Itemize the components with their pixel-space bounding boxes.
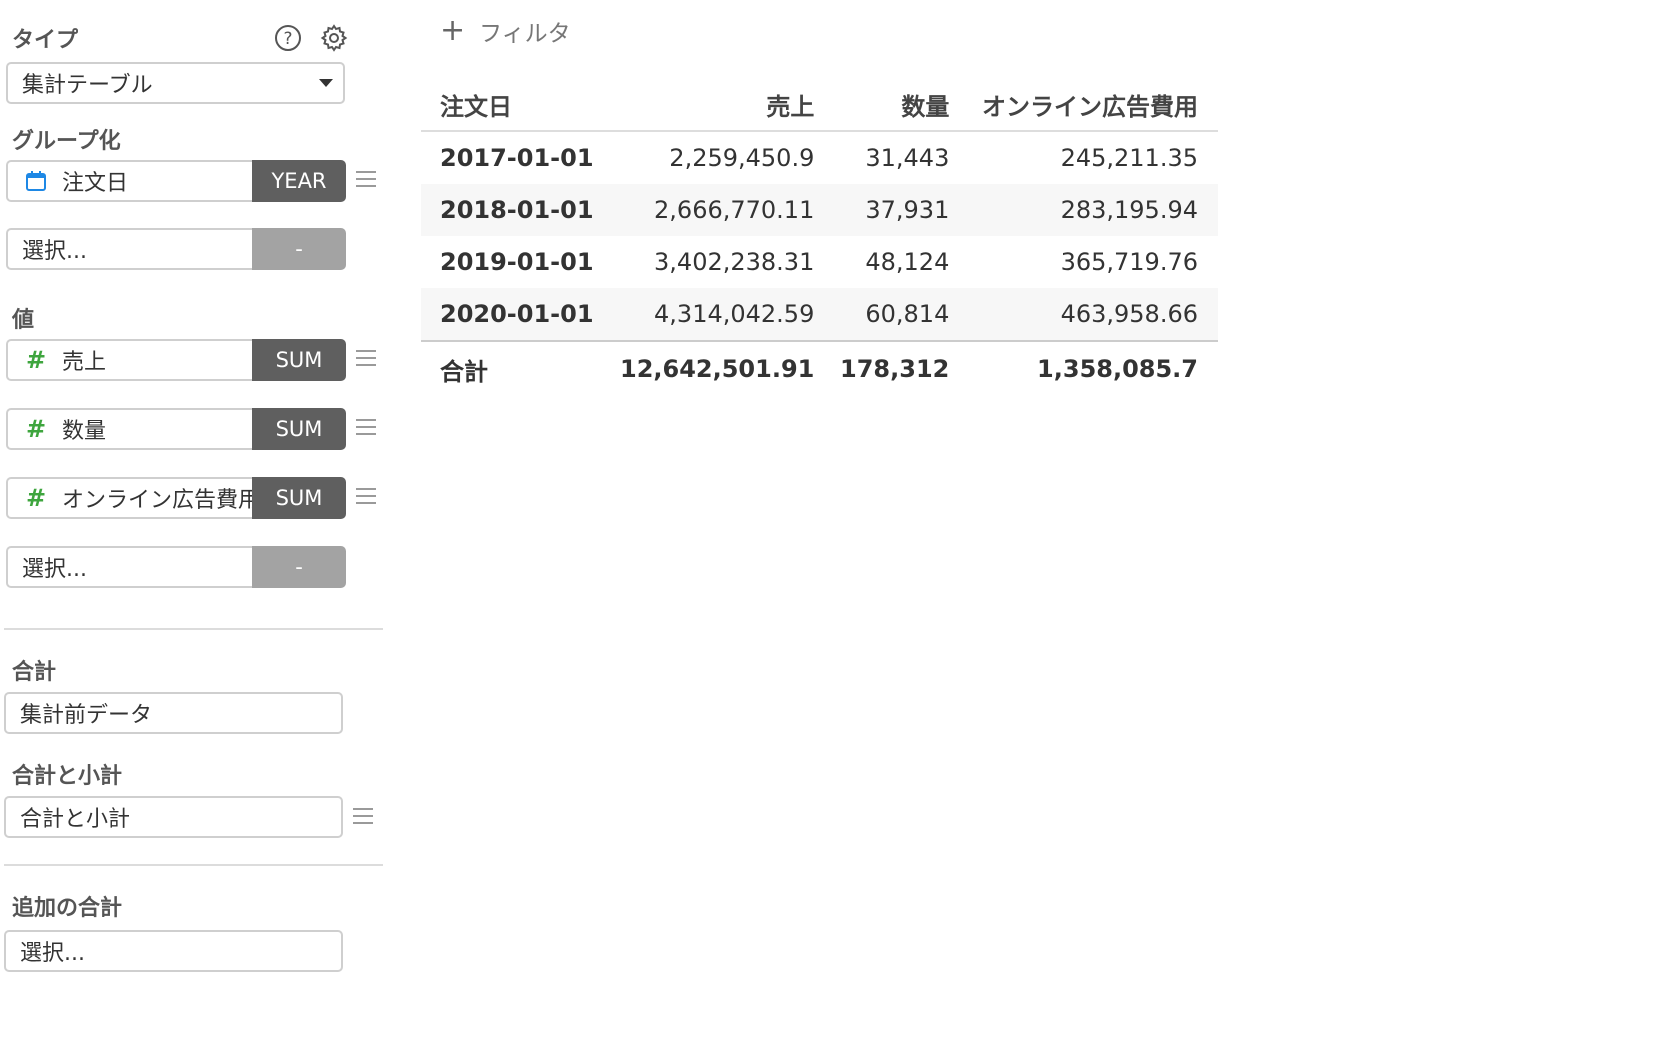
help-circle-icon[interactable]: ?: [272, 22, 304, 54]
total-select-value: 集計前データ: [20, 703, 153, 728]
table-total-row: 合計 12,642,501.91 178,312 1,358,085.7: [421, 340, 1218, 396]
table-cell-sales: 4,314,042.59: [620, 288, 815, 341]
table-row: 2018-01-01 2,666,770.11 37,931 283,195.9…: [421, 184, 1218, 236]
number-icon: #: [25, 415, 47, 443]
value-agg-button[interactable]: SUM: [252, 408, 346, 450]
pivot-table: 注文日 売上 数量 オンライン広告費用 2017-01-01 2,259,450…: [421, 78, 1218, 396]
value-field-row: # 数量 SUM: [6, 408, 376, 450]
table-cell-date: 2017-01-01: [440, 144, 594, 172]
add-filter-button[interactable]: + フィルタ: [440, 14, 571, 48]
value-field-row: # 売上 SUM: [6, 339, 376, 381]
group-field-name: 注文日: [62, 171, 129, 196]
value-agg-button-empty[interactable]: -: [252, 546, 346, 588]
table-cell-ad-cost: 365,719.76: [1060, 248, 1198, 276]
column-header-sales[interactable]: 売上: [620, 78, 815, 132]
values-label: 値: [12, 308, 35, 333]
number-icon: #: [25, 484, 47, 512]
group-empty-row: 選択... -: [6, 228, 346, 270]
add-filter-label: フィルタ: [479, 21, 571, 47]
value-field-name: 売上: [62, 350, 107, 375]
value-agg-button[interactable]: SUM: [252, 477, 346, 519]
type-select[interactable]: 集計テーブル: [6, 62, 345, 104]
group-select[interactable]: 選択...: [6, 228, 254, 270]
value-field-name: 数量: [62, 419, 107, 444]
table-total-label: 合計: [421, 340, 620, 396]
total-label: 合計: [12, 660, 57, 685]
additional-total-placeholder: 選択...: [20, 941, 85, 966]
group-agg-button-empty[interactable]: -: [252, 228, 346, 270]
total-subtotal-select-value: 合計と小計: [20, 807, 131, 832]
table-cell-sales: 3,402,238.31: [654, 248, 815, 276]
table-header-row: 注文日 売上 数量 オンライン広告費用: [421, 78, 1218, 132]
table-cell-ad-cost: 463,958.66: [949, 288, 1218, 341]
table-cell-quantity: 48,124: [865, 248, 950, 276]
value-agg-button[interactable]: SUM: [252, 339, 346, 381]
column-header-date[interactable]: 注文日: [421, 78, 620, 132]
table-row: 2019-01-01 3,402,238.31 48,124 365,719.7…: [421, 236, 1218, 288]
table-total-ad-cost: 1,358,085.7: [949, 340, 1218, 396]
value-field-name: オンライン広告費用: [62, 488, 254, 513]
table-cell-quantity: 31,443: [865, 144, 950, 172]
drag-handle-icon[interactable]: [356, 350, 376, 370]
value-empty-row: 選択... -: [6, 546, 346, 588]
table-cell-quantity: 37,931: [814, 184, 950, 236]
value-select-placeholder: 選択...: [22, 557, 87, 582]
gear-icon[interactable]: [318, 22, 350, 54]
value-field[interactable]: # オンライン広告費用: [6, 477, 254, 519]
drag-handle-icon[interactable]: [356, 488, 376, 508]
divider: [4, 864, 383, 866]
type-label: タイプ: [12, 28, 79, 53]
table-cell-date: 2019-01-01: [440, 248, 594, 276]
table-cell-sales: 2,666,770.11: [620, 184, 815, 236]
total-subtotal-label: 合計と小計: [12, 764, 123, 789]
group-select-placeholder: 選択...: [22, 239, 87, 264]
divider: [4, 628, 383, 630]
table-cell-ad-cost: 245,211.35: [1060, 144, 1198, 172]
table-cell-date: 2020-01-01: [421, 288, 620, 341]
table-cell-ad-cost: 283,195.94: [949, 184, 1218, 236]
table-cell-date: 2018-01-01: [421, 184, 620, 236]
svg-text:?: ?: [283, 29, 292, 49]
column-header-ad-cost[interactable]: オンライン広告費用: [949, 78, 1218, 132]
drag-handle-icon[interactable]: [356, 419, 376, 439]
type-select-value: 集計テーブル: [22, 73, 153, 98]
additional-total-label: 追加の合計: [12, 896, 123, 921]
plus-icon: +: [440, 13, 466, 48]
value-select[interactable]: 選択...: [6, 546, 254, 588]
value-field-row: # オンライン広告費用 SUM: [6, 477, 376, 519]
type-tools: ?: [272, 22, 350, 54]
table-cell-sales: 2,259,450.9: [669, 144, 815, 172]
drag-handle-icon[interactable]: [353, 808, 373, 828]
chevron-down-icon: [319, 79, 333, 87]
additional-total-select[interactable]: 選択...: [4, 930, 343, 972]
column-header-quantity[interactable]: 数量: [814, 78, 950, 132]
table-total-sales: 12,642,501.91: [620, 340, 815, 396]
grouping-label: グループ化: [12, 129, 121, 154]
value-field[interactable]: # 数量: [6, 408, 254, 450]
table-total-quantity: 178,312: [814, 340, 950, 396]
total-subtotal-select[interactable]: 合計と小計: [4, 796, 343, 838]
total-select[interactable]: 集計前データ: [4, 692, 343, 734]
table-cell-quantity: 60,814: [814, 288, 950, 341]
group-agg-button[interactable]: YEAR: [252, 160, 346, 202]
group-field[interactable]: 注文日: [6, 160, 254, 202]
calendar-icon: [22, 170, 50, 192]
value-field[interactable]: # 売上: [6, 339, 254, 381]
drag-handle-icon[interactable]: [356, 171, 376, 191]
group-field-row: 注文日 YEAR: [6, 160, 376, 202]
table-row: 2020-01-01 4,314,042.59 60,814 463,958.6…: [421, 288, 1218, 341]
table-row: 2017-01-01 2,259,450.9 31,443 245,211.35: [421, 131, 1218, 184]
number-icon: #: [25, 346, 47, 374]
